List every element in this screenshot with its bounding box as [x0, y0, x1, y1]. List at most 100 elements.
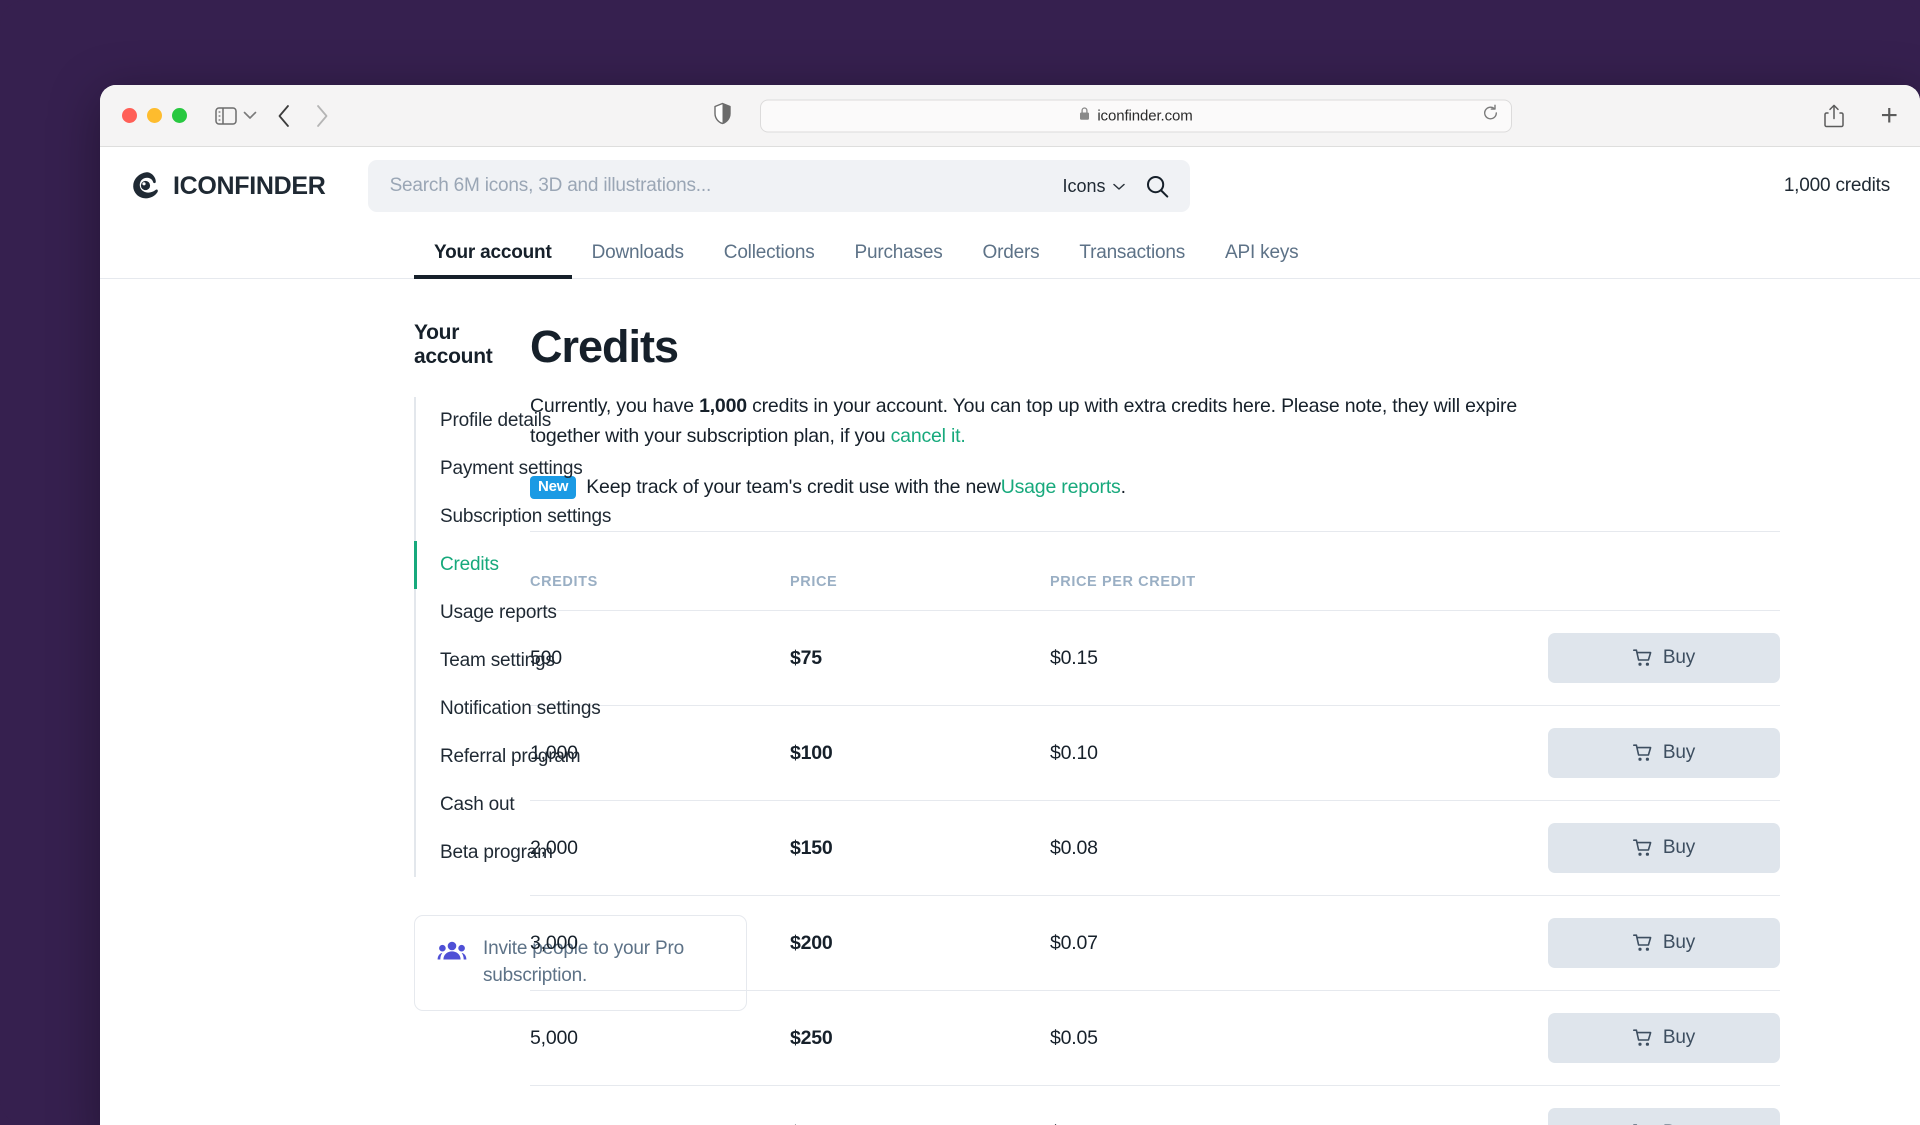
- section-divider: [530, 531, 1780, 533]
- sidebar-item-payment-settings[interactable]: Payment settings: [416, 445, 583, 493]
- browser-toolbar: iconfinder.com +: [100, 85, 1920, 147]
- buy-button-label: Buy: [1662, 742, 1696, 764]
- credits-main-panel: Credits Currently, you have 1,000 credit…: [500, 321, 1920, 1125]
- shopping-cart-icon: [1632, 744, 1653, 762]
- table-head: CREDITS PRICE PRICE PER CREDIT: [530, 560, 1780, 612]
- sidebar-item-cash-out[interactable]: Cash out: [416, 781, 515, 829]
- cell-price-per-credit: $0.10: [1050, 705, 1310, 802]
- cell-action: Buy: [1310, 610, 1780, 707]
- buy-button-label: Buy: [1662, 837, 1696, 859]
- column-header-price: PRICE: [790, 560, 1050, 612]
- buy-button-label: Buy: [1662, 647, 1696, 669]
- sidebar-item-credits[interactable]: Credits: [414, 541, 500, 589]
- cell-price-per-credit: $0.15: [1050, 610, 1310, 707]
- close-window-button[interactable]: [122, 108, 137, 123]
- tab-purchases[interactable]: Purchases: [835, 242, 963, 278]
- forward-arrow-icon[interactable]: [315, 104, 329, 128]
- search-type-dropdown[interactable]: Icons: [1063, 176, 1125, 197]
- credits-intro-text: Currently, you have 1,000 credits in you…: [530, 391, 1565, 451]
- cell-action: Buy: [1310, 800, 1780, 897]
- sidebar-item-referral-program[interactable]: Referral program: [416, 733, 581, 781]
- toolbar-right-actions: +: [1824, 100, 1898, 131]
- buy-button-label: Buy: [1662, 1027, 1696, 1049]
- new-tab-plus-icon[interactable]: +: [1880, 100, 1898, 131]
- notice-text-part-2: .: [1120, 476, 1126, 499]
- table-row: 3,000 $200 $0.07 Buy: [530, 895, 1780, 992]
- usage-reports-notice: New Keep track of your team's credit use…: [530, 476, 1780, 500]
- window-traffic-lights: [122, 108, 187, 123]
- tab-collections[interactable]: Collections: [704, 242, 835, 278]
- privacy-shield-icon[interactable]: [714, 102, 731, 129]
- cell-credits: 3,000: [530, 895, 790, 992]
- maximize-window-button[interactable]: [172, 108, 187, 123]
- shopping-cart-icon: [1632, 1029, 1653, 1047]
- back-arrow-icon[interactable]: [277, 104, 291, 128]
- table-body: 500 $75 $0.15 Buy 1,000 $100 $0.10 Buy 2…: [530, 610, 1780, 1125]
- browser-window: iconfinder.com + ICONFINDER Search 6M ic…: [100, 85, 1920, 1125]
- sidebar-item-profile-details[interactable]: Profile details: [416, 397, 551, 445]
- column-header-action: [1310, 560, 1780, 612]
- account-sidebar: Your account Profile details Payment set…: [100, 321, 747, 1125]
- sidebar-item-team-settings[interactable]: Team settings: [416, 637, 555, 685]
- sidebar-item-usage-reports[interactable]: Usage reports: [416, 589, 557, 637]
- buy-button[interactable]: Buy: [1548, 1013, 1780, 1064]
- sidebar-item-notification-settings[interactable]: Notification settings: [416, 685, 601, 733]
- cell-price-per-credit: $0.05: [1050, 990, 1310, 1087]
- search-input[interactable]: Search 6M icons, 3D and illustrations...: [390, 175, 1063, 197]
- cell-price: $200: [790, 895, 1050, 992]
- account-credits-label[interactable]: 1,000 credits: [1784, 175, 1890, 197]
- navigation-arrows: [277, 104, 329, 128]
- cell-price-per-credit: $0.08: [1050, 800, 1310, 897]
- search-type-label: Icons: [1062, 175, 1106, 196]
- sidebar-item-beta-program[interactable]: Beta program: [416, 829, 553, 877]
- buy-button[interactable]: Buy: [1548, 633, 1780, 684]
- page-content: Your account Profile details Payment set…: [100, 279, 1920, 1125]
- usage-reports-link[interactable]: Usage reports: [1001, 476, 1121, 499]
- cell-price-per-credit: $0.05: [1050, 1086, 1310, 1125]
- cell-price: $100: [790, 705, 1050, 802]
- iconfinder-logo[interactable]: ICONFINDER: [130, 169, 326, 203]
- minimize-window-button[interactable]: [147, 108, 162, 123]
- column-header-price-per-credit: PRICE PER CREDIT: [1050, 560, 1310, 612]
- reload-icon[interactable]: [1482, 104, 1499, 127]
- tab-your-account[interactable]: Your account: [414, 242, 572, 279]
- intro-part-1: Currently, you have: [530, 395, 700, 417]
- cell-credits: 10,000: [530, 1086, 790, 1125]
- search-icon[interactable]: [1145, 174, 1170, 199]
- sidebar-chevron-down-icon[interactable]: [243, 107, 257, 124]
- table-row: 10,000 $500 $0.05: [530, 1086, 1780, 1125]
- people-group-icon: [437, 940, 467, 967]
- sidebar-toggle-icon[interactable]: [215, 106, 237, 125]
- buy-button[interactable]: Buy: [1548, 1108, 1780, 1125]
- sidebar-item-subscription-settings[interactable]: Subscription settings: [416, 493, 611, 541]
- intro-credits-amount: 1,000: [699, 395, 747, 417]
- table-row: 1,000 $100 $0.10 Buy: [530, 705, 1780, 802]
- tab-orders[interactable]: Orders: [963, 242, 1060, 278]
- logo-wordmark: ICONFINDER: [173, 171, 326, 200]
- cancel-subscription-link[interactable]: cancel it.: [891, 425, 966, 447]
- tab-transactions[interactable]: Transactions: [1059, 242, 1205, 278]
- shopping-cart-icon: [1632, 839, 1653, 857]
- global-search-box[interactable]: Search 6M icons, 3D and illustrations...…: [367, 160, 1190, 212]
- buy-button[interactable]: Buy: [1548, 728, 1780, 779]
- table-row: 500 $75 $0.15 Buy: [530, 610, 1780, 707]
- column-header-credits: CREDITS: [530, 560, 790, 612]
- table-row: 5,000 $250 $0.05 Buy: [530, 990, 1780, 1087]
- tab-downloads[interactable]: Downloads: [572, 242, 704, 278]
- cell-price: $250: [790, 990, 1050, 1087]
- shopping-cart-icon: [1632, 934, 1653, 952]
- new-badge: New: [530, 476, 577, 500]
- buy-button[interactable]: Buy: [1548, 918, 1780, 969]
- cell-action: Buy: [1310, 895, 1780, 992]
- sidebar-nav: Profile details Payment settings Subscri…: [414, 397, 611, 877]
- lock-icon: [1079, 106, 1090, 125]
- shopping-cart-icon: [1632, 649, 1653, 667]
- buy-button[interactable]: Buy: [1548, 823, 1780, 874]
- notice-text-part-1: Keep track of your team's credit use wit…: [586, 476, 1001, 499]
- url-address-bar[interactable]: iconfinder.com: [760, 99, 1512, 132]
- tab-api-keys[interactable]: API keys: [1205, 242, 1318, 278]
- share-icon[interactable]: [1824, 104, 1845, 128]
- cell-price: $75: [790, 610, 1050, 707]
- cell-price: $150: [790, 800, 1050, 897]
- iconfinder-eye-logo-icon: [130, 169, 164, 203]
